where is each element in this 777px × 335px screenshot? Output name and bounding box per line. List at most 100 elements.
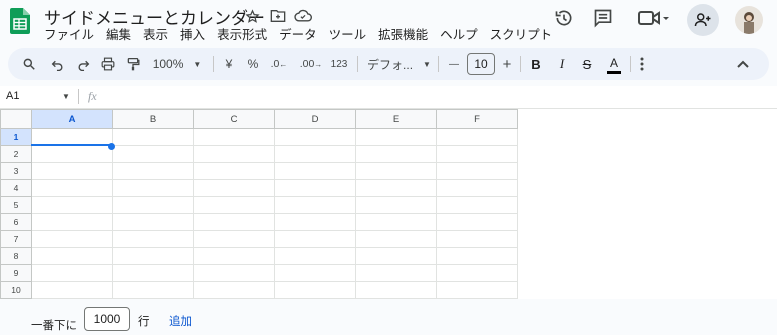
row-header[interactable]: 6 (0, 213, 32, 231)
cell[interactable] (436, 264, 518, 282)
column-header-f[interactable]: F (436, 109, 518, 129)
print-icon[interactable] (97, 48, 119, 80)
cell[interactable] (274, 247, 356, 265)
row-header[interactable]: 2 (0, 145, 32, 163)
cell[interactable] (193, 196, 275, 214)
increase-font-size-button[interactable]: + (498, 48, 516, 80)
row-header[interactable]: 10 (0, 281, 32, 299)
cell[interactable] (31, 162, 113, 180)
cell[interactable] (355, 247, 437, 265)
cell[interactable] (112, 247, 194, 265)
cell[interactable] (112, 281, 194, 299)
row-header[interactable]: 7 (0, 230, 32, 248)
cell[interactable] (112, 128, 194, 146)
cell[interactable] (274, 213, 356, 231)
menu-view[interactable]: 表示 (137, 26, 174, 46)
menu-format[interactable]: 表示形式 (211, 26, 273, 46)
row-header[interactable]: 5 (0, 196, 32, 214)
comments-icon[interactable] (591, 6, 615, 30)
decrease-decimal-button[interactable]: .0 ← (266, 48, 292, 80)
meet-call-icon[interactable] (636, 6, 672, 30)
cell[interactable] (355, 145, 437, 163)
cell[interactable] (355, 196, 437, 214)
menu-edit[interactable]: 編集 (100, 26, 137, 46)
font-select[interactable]: デフォ... ▼ (363, 48, 435, 80)
cell[interactable] (193, 247, 275, 265)
fill-handle[interactable] (108, 143, 115, 150)
more-formats-button[interactable]: 123 (326, 48, 352, 80)
strikethrough-button[interactable]: S (578, 48, 596, 80)
text-color-button[interactable]: A (604, 48, 624, 80)
undo-icon[interactable] (46, 48, 68, 80)
more-options-icon[interactable] (635, 48, 649, 80)
select-all-corner[interactable] (0, 109, 32, 129)
cell[interactable] (193, 230, 275, 248)
cell[interactable] (274, 264, 356, 282)
cell[interactable] (436, 196, 518, 214)
cell[interactable] (31, 196, 113, 214)
row-header[interactable]: 1 (0, 128, 32, 146)
name-box[interactable]: A1 (6, 90, 19, 102)
cell[interactable] (193, 162, 275, 180)
cell[interactable] (355, 281, 437, 299)
cell[interactable] (112, 162, 194, 180)
menu-tools[interactable]: ツール (323, 26, 373, 46)
cloud-saved-icon[interactable] (293, 6, 313, 26)
cell[interactable] (436, 213, 518, 231)
share-button[interactable] (687, 4, 719, 36)
cell[interactable] (193, 281, 275, 299)
cell[interactable] (436, 247, 518, 265)
cell[interactable] (193, 213, 275, 231)
column-header-b[interactable]: B (112, 109, 194, 129)
currency-format-button[interactable]: ¥ (220, 48, 238, 80)
collapse-toolbar-icon[interactable] (733, 48, 753, 80)
bold-button[interactable]: B (527, 48, 545, 80)
cell[interactable] (193, 145, 275, 163)
cell[interactable] (112, 264, 194, 282)
cell[interactable] (436, 179, 518, 197)
cell[interactable] (436, 128, 518, 146)
cell[interactable] (355, 162, 437, 180)
menu-help[interactable]: ヘルプ (434, 26, 484, 46)
cell[interactable] (274, 128, 356, 146)
paint-format-icon[interactable] (122, 48, 144, 80)
cell[interactable] (355, 264, 437, 282)
cell[interactable] (31, 145, 113, 163)
move-to-folder-icon[interactable] (268, 6, 288, 26)
cell[interactable] (112, 179, 194, 197)
cell[interactable] (31, 264, 113, 282)
cell[interactable] (436, 145, 518, 163)
row-header[interactable]: 3 (0, 162, 32, 180)
menu-script[interactable]: スクリプト (484, 26, 559, 46)
cell[interactable] (31, 281, 113, 299)
cell[interactable] (274, 230, 356, 248)
chevron-down-icon[interactable]: ▼ (62, 92, 70, 101)
redo-icon[interactable] (72, 48, 94, 80)
column-header-c[interactable]: C (193, 109, 275, 129)
cell[interactable] (274, 145, 356, 163)
star-icon[interactable] (242, 6, 262, 26)
cell[interactable] (274, 179, 356, 197)
cell[interactable] (436, 162, 518, 180)
increase-decimal-button[interactable]: .00 → (296, 48, 326, 80)
menu-insert[interactable]: 挿入 (174, 26, 211, 46)
cell[interactable] (31, 179, 113, 197)
search-menus-icon[interactable] (18, 48, 40, 80)
cell[interactable] (436, 230, 518, 248)
cell[interactable] (274, 281, 356, 299)
menu-file[interactable]: ファイル (38, 26, 100, 46)
formula-input[interactable] (110, 88, 770, 106)
cell[interactable] (31, 247, 113, 265)
menu-data[interactable]: データ (273, 26, 323, 46)
font-size-input[interactable]: 10 (467, 53, 495, 75)
cell[interactable] (31, 213, 113, 231)
cell[interactable] (112, 145, 194, 163)
cell[interactable] (31, 230, 113, 248)
cell[interactable] (274, 162, 356, 180)
rows-count-input[interactable]: 1000 (84, 307, 130, 331)
cell[interactable] (355, 128, 437, 146)
cell[interactable] (112, 213, 194, 231)
column-header-a[interactable]: A (31, 109, 113, 129)
cell[interactable] (112, 196, 194, 214)
cell[interactable] (355, 179, 437, 197)
